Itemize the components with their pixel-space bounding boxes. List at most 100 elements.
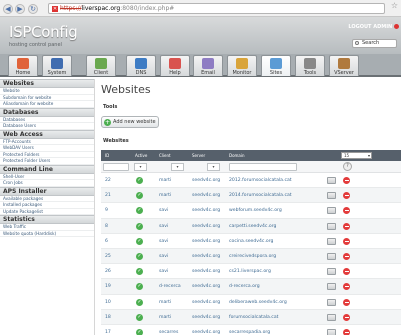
search-input[interactable]: Search <box>352 39 397 48</box>
row-domain[interactable]: cocina.seedv4c.org <box>229 239 273 244</box>
row-client[interactable]: savi <box>159 269 168 274</box>
row-server[interactable]: seedv4c.org <box>192 269 220 274</box>
delete-icon[interactable] <box>343 268 350 276</box>
row-id[interactable]: 26 <box>105 269 111 274</box>
row-id[interactable]: 25 <box>105 254 111 259</box>
row-client[interactable]: d-recerca <box>159 284 181 289</box>
row-id[interactable]: 10 <box>105 300 111 305</box>
row-domain[interactable]: 2012.forumsocialcatala.cat <box>229 178 292 183</box>
row-domain[interactable]: carpetti.seedv4c.org <box>229 224 276 229</box>
edit-icon[interactable] <box>327 192 336 200</box>
delete-icon[interactable] <box>343 222 350 230</box>
edit-icon[interactable] <box>327 207 336 215</box>
sidebar-item-website-quota[interactable]: Website quota (Harddisk) <box>0 231 94 237</box>
row-id[interactable]: 8 <box>105 224 108 229</box>
tab-email[interactable]: Email <box>193 55 223 76</box>
tab-system[interactable]: System <box>42 55 72 76</box>
row-client[interactable]: marti <box>159 178 171 183</box>
row-server[interactable]: seedv4c.org <box>192 193 220 198</box>
tab-dns[interactable]: DNS <box>126 55 156 76</box>
table-row[interactable]: 17 ✓ secarres seedv4c.org secarrespadia.org <box>101 325 401 335</box>
add-website-button[interactable]: + Add new website <box>101 116 159 128</box>
table-row[interactable]: 10 ✓ marti seedv4c.org deliberaweb.seedv4c.o… <box>101 295 401 310</box>
row-client[interactable]: secarres <box>159 330 178 335</box>
tab-home[interactable]: Home <box>8 55 38 76</box>
table-row[interactable]: 26 ✓ savi seedv4c.org cs21.liverspac.org <box>101 264 401 280</box>
row-domain[interactable]: secarrespadia.org <box>229 330 270 335</box>
row-server[interactable]: seedv4c.org <box>192 208 220 213</box>
edit-icon[interactable] <box>327 252 336 260</box>
row-domain[interactable]: webforum.seedv4c.org <box>229 208 282 213</box>
row-server[interactable]: seedv4c.org <box>192 239 220 244</box>
row-server[interactable]: seedv4c.org <box>192 284 220 289</box>
row-client[interactable]: savi <box>159 254 168 259</box>
delete-icon[interactable] <box>343 298 350 306</box>
table-row[interactable]: 19 ✓ d-recerca seedv4c.org d-recerca.org <box>101 279 401 295</box>
column-id[interactable]: ID <box>105 150 109 161</box>
row-client[interactable]: savi <box>159 224 168 229</box>
filter-search-icon[interactable]: ? <box>343 162 352 171</box>
row-id[interactable]: 21 <box>105 193 111 198</box>
row-client[interactable]: marti <box>159 300 171 305</box>
filter-client-select[interactable]: ▾ <box>171 163 184 171</box>
table-row[interactable]: 25 ✓ savi seedv4c.org creirecivedspora.org <box>101 248 401 265</box>
row-domain[interactable]: d-recerca.org <box>229 284 260 289</box>
row-domain[interactable]: 2014.forumsocialcatala.cat <box>229 193 292 198</box>
row-domain[interactable]: forumsocialcatala.cat <box>229 315 278 320</box>
row-id[interactable]: 19 <box>105 284 111 289</box>
edit-icon[interactable] <box>327 283 336 291</box>
row-domain[interactable]: creirecivedspora.org <box>229 254 276 259</box>
column-domain[interactable]: Domain <box>229 150 245 161</box>
edit-icon[interactable] <box>327 177 336 184</box>
column-server[interactable]: Server <box>192 150 205 161</box>
column-active[interactable]: Active <box>135 150 147 161</box>
row-client[interactable]: savi <box>159 239 168 244</box>
edit-icon[interactable] <box>327 268 336 276</box>
delete-icon[interactable] <box>343 252 350 260</box>
filter-domain-input[interactable] <box>229 163 297 171</box>
table-row[interactable]: 6 ✓ savi seedv4c.org cocina.seedv4c.org <box>101 234 401 249</box>
row-domain[interactable]: deliberaweb.seedv4c.org <box>229 300 287 305</box>
row-id[interactable]: 17 <box>105 330 111 335</box>
tab-monitor[interactable]: Monitor <box>227 55 257 76</box>
forward-arrow-icon[interactable]: ▶ <box>15 4 25 14</box>
row-server[interactable]: seedv4c.org <box>192 330 220 335</box>
delete-icon[interactable] <box>343 207 350 215</box>
tab-tools[interactable]: Tools <box>295 55 325 76</box>
table-row[interactable]: 9 ✓ savi seedv4c.org webforum.seedv4c.org <box>101 203 401 219</box>
edit-icon[interactable] <box>327 313 336 321</box>
row-server[interactable]: seedv4c.org <box>192 178 220 183</box>
table-row[interactable]: 21 ✓ marti seedv4c.org 2014.forumsocialcatal… <box>101 188 401 204</box>
row-domain[interactable]: cs21.liverspac.org <box>229 269 271 274</box>
back-arrow-icon[interactable]: ◀ <box>3 4 13 14</box>
edit-icon[interactable] <box>327 328 336 335</box>
filter-active-select[interactable]: ▾ <box>134 163 147 171</box>
table-row[interactable]: 18 ✓ marti seedv4c.org forumsocialcatala.cat <box>101 309 401 325</box>
row-client[interactable]: savi <box>159 208 168 213</box>
row-id[interactable]: 22 <box>105 178 111 183</box>
row-server[interactable]: seedv4c.org <box>192 300 220 305</box>
row-server[interactable]: seedv4c.org <box>192 224 220 229</box>
delete-icon[interactable] <box>343 237 350 245</box>
row-server[interactable]: seedv4c.org <box>192 315 220 320</box>
row-id[interactable]: 9 <box>105 208 108 213</box>
filter-server-select[interactable]: ▾ <box>207 163 220 171</box>
tab-help[interactable]: Help <box>160 55 190 76</box>
filter-id-input[interactable] <box>103 163 129 171</box>
row-id[interactable]: 6 <box>105 239 108 244</box>
tab-client[interactable]: Client <box>86 55 116 76</box>
logout-link[interactable]: LOGOUT ADMIN <box>348 24 399 30</box>
edit-icon[interactable] <box>327 237 336 245</box>
row-id[interactable]: 18 <box>105 315 111 320</box>
table-row[interactable]: 22 ✓ marti seedv4c.org 2012.forumsocialcatal… <box>101 173 401 189</box>
bookmark-star-icon[interactable]: ☆ <box>391 1 398 10</box>
edit-icon[interactable] <box>327 222 336 230</box>
delete-icon[interactable] <box>343 192 350 200</box>
delete-icon[interactable] <box>343 328 350 335</box>
delete-icon[interactable] <box>343 283 350 291</box>
tab-vserver[interactable]: VServer <box>329 55 359 76</box>
delete-icon[interactable] <box>343 313 350 321</box>
table-row[interactable]: 8 ✓ savi seedv4c.org carpetti.seedv4c.org <box>101 218 401 234</box>
column-client[interactable]: Client <box>159 150 171 161</box>
row-client[interactable]: marti <box>159 315 171 320</box>
